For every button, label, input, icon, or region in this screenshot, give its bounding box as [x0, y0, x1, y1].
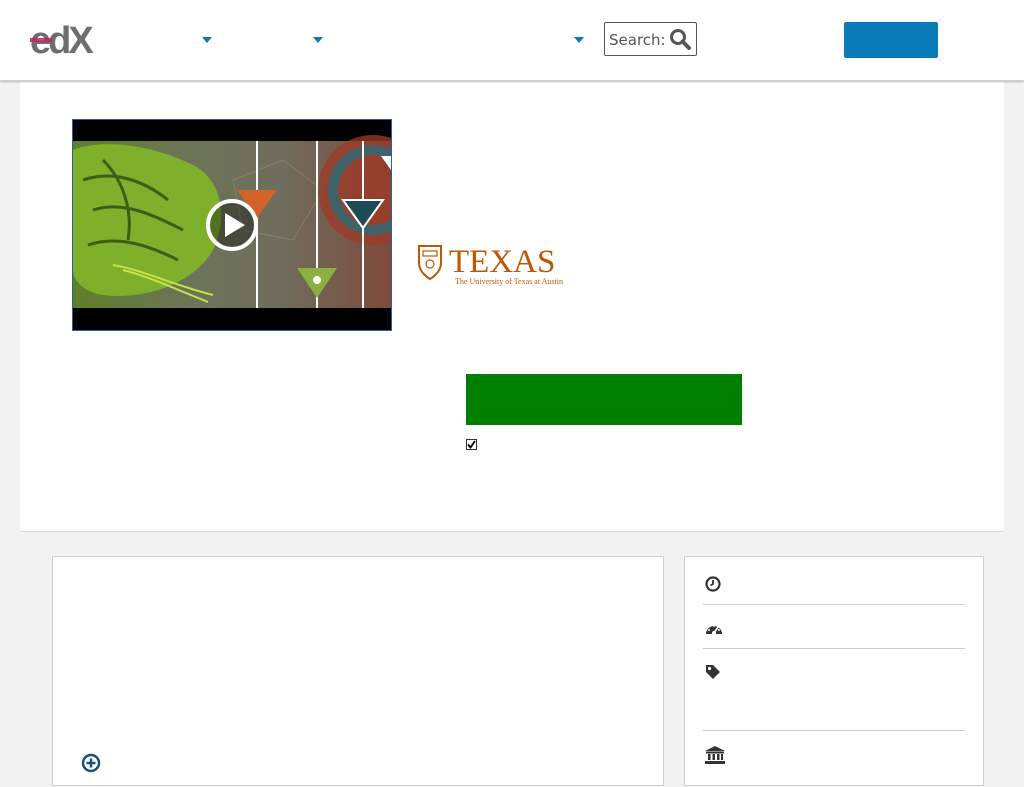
- nav-dropdown-3-caret-down-icon[interactable]: [574, 37, 584, 43]
- quick-fact-row: [703, 649, 965, 731]
- play-icon[interactable]: [206, 199, 258, 251]
- checkbox[interactable]: [466, 439, 477, 450]
- search-input[interactable]: [609, 29, 667, 51]
- texas-logo-name: TEXAS: [449, 244, 555, 280]
- texas-logo-subtitle: The University of Texas at Austin: [455, 277, 563, 286]
- clock-icon: [705, 576, 721, 592]
- site-header: edX: [0, 0, 1024, 81]
- quick-fact-row: [703, 605, 965, 649]
- nav-dropdown-1-caret-down-icon[interactable]: [202, 37, 212, 43]
- search-box: [604, 22, 697, 56]
- enroll-button[interactable]: [466, 374, 742, 425]
- header-action-button[interactable]: [844, 22, 938, 58]
- course-video[interactable]: [72, 119, 392, 331]
- quick-facts-card: [684, 556, 984, 786]
- video-thumbnail: [73, 120, 391, 330]
- nav-dropdown-2-caret-down-icon[interactable]: [313, 37, 323, 43]
- gauge-icon: [706, 625, 722, 635]
- plus-circle-icon[interactable]: [81, 753, 101, 773]
- institution-icon: [705, 746, 725, 764]
- search-icon[interactable]: [669, 28, 691, 50]
- quick-fact-row: [703, 731, 965, 787]
- edx-logo[interactable]: edX: [30, 20, 110, 60]
- checkmark-icon: [467, 440, 476, 449]
- quick-fact-row: [703, 557, 965, 605]
- course-hero: TEXAS The University of Texas at Austin: [20, 80, 1004, 532]
- texas-university-logo: TEXAS The University of Texas at Austin: [418, 244, 563, 286]
- course-details-card: [52, 556, 664, 786]
- tag-icon: [706, 665, 720, 679]
